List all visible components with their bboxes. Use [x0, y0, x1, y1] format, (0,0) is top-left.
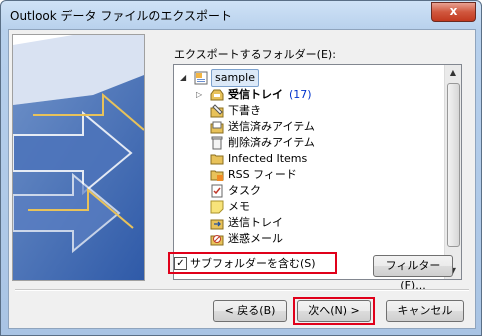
tree-item-infected-items[interactable]: Infected Items	[210, 151, 410, 167]
folder-tree-items: ◢ sample ▷ 受信トレイ (17) 下書き 送信済みアイテム 削除済みア…	[174, 65, 444, 279]
drafts-icon	[210, 104, 224, 118]
tree-item-sent-items[interactable]: 送信済みアイテム	[210, 119, 410, 135]
wizard-illustration	[12, 34, 145, 281]
inbox-icon	[210, 89, 224, 101]
tree-item-label: Infected Items	[228, 152, 308, 165]
tree-item-tasks[interactable]: タスク	[210, 183, 410, 199]
next-button-highlight: 次へ(N) >	[293, 297, 375, 325]
include-subfolders-label[interactable]: サブフォルダーを含む(S)	[190, 255, 316, 271]
tree-root-sample[interactable]: ◢ sample	[180, 69, 280, 87]
back-button[interactable]: < 戻る(B)	[213, 300, 287, 322]
tasks-icon	[211, 184, 223, 198]
title-bar[interactable]: Outlook データ ファイルのエクスポート x	[1, 1, 481, 29]
include-subfolders-checkbox[interactable]: ✓	[174, 257, 187, 270]
scrollbar-thumb[interactable]	[447, 83, 460, 247]
unread-count: (17)	[289, 88, 312, 101]
tree-item-label: タスク	[228, 184, 261, 197]
tree-root-label: sample	[211, 69, 259, 87]
tree-item-label: メモ	[228, 200, 250, 213]
tree-scrollbar[interactable]: ▲ ▼	[444, 65, 461, 279]
folder-icon	[210, 154, 224, 165]
tree-item-label: 受信トレイ (17)	[228, 88, 312, 101]
close-button[interactable]: x	[431, 2, 476, 22]
tree-item-label: 送信済みアイテム	[228, 120, 315, 133]
folder-select-label: エクスポートするフォルダー(E):	[174, 48, 336, 61]
window-title: Outlook データ ファイルのエクスポート	[10, 9, 232, 23]
export-dialog-window: Outlook データ ファイルのエクスポート x エクスポートするフォルダー(…	[0, 0, 482, 336]
close-icon: x	[449, 4, 458, 18]
tree-item-rss-feeds[interactable]: RSS フィード	[210, 167, 410, 183]
tree-item-label: RSS フィード	[228, 168, 297, 181]
trash-icon	[211, 136, 223, 150]
dialog-body: エクスポートするフォルダー(E): ◢ sample ▷ 受信トレイ (17) …	[8, 29, 476, 329]
collapse-triangle-icon[interactable]: ◢	[180, 70, 186, 86]
tree-item-inbox[interactable]: ▷ 受信トレイ (17)	[196, 87, 416, 103]
tree-item-junk-email[interactable]: 迷惑メール	[210, 231, 410, 247]
tree-item-notes[interactable]: メモ	[210, 199, 410, 215]
rss-feed-icon	[210, 170, 224, 181]
tree-item-deleted-items[interactable]: 削除済みアイテム	[210, 135, 410, 151]
tree-item-label: 削除済みアイテム	[228, 136, 315, 149]
tree-item-label: 送信トレイ	[228, 216, 283, 229]
include-subfolders-highlight: ✓ サブフォルダーを含む(S)	[168, 252, 337, 274]
scroll-up-arrow-icon[interactable]: ▲	[445, 65, 461, 81]
folder-tree[interactable]: ◢ sample ▷ 受信トレイ (17) 下書き 送信済みアイテム 削除済みア…	[173, 64, 462, 280]
tree-item-label: 迷惑メール	[228, 232, 283, 245]
expand-triangle-icon[interactable]: ▷	[196, 87, 202, 103]
data-file-icon	[194, 71, 208, 85]
footer-divider	[15, 289, 469, 291]
tree-item-label: 下書き	[228, 104, 261, 117]
junk-mail-icon	[210, 235, 224, 246]
cancel-button[interactable]: キャンセル	[386, 300, 464, 322]
tree-item-drafts[interactable]: 下書き	[210, 103, 410, 119]
outbox-icon	[210, 219, 224, 230]
notes-icon	[210, 200, 224, 214]
tree-item-outbox[interactable]: 送信トレイ	[210, 215, 410, 231]
next-button[interactable]: 次へ(N) >	[297, 300, 371, 322]
filter-button[interactable]: フィルター(F)...	[373, 255, 453, 292]
export-arrow-graphic	[13, 35, 144, 280]
sent-items-icon	[210, 121, 224, 134]
